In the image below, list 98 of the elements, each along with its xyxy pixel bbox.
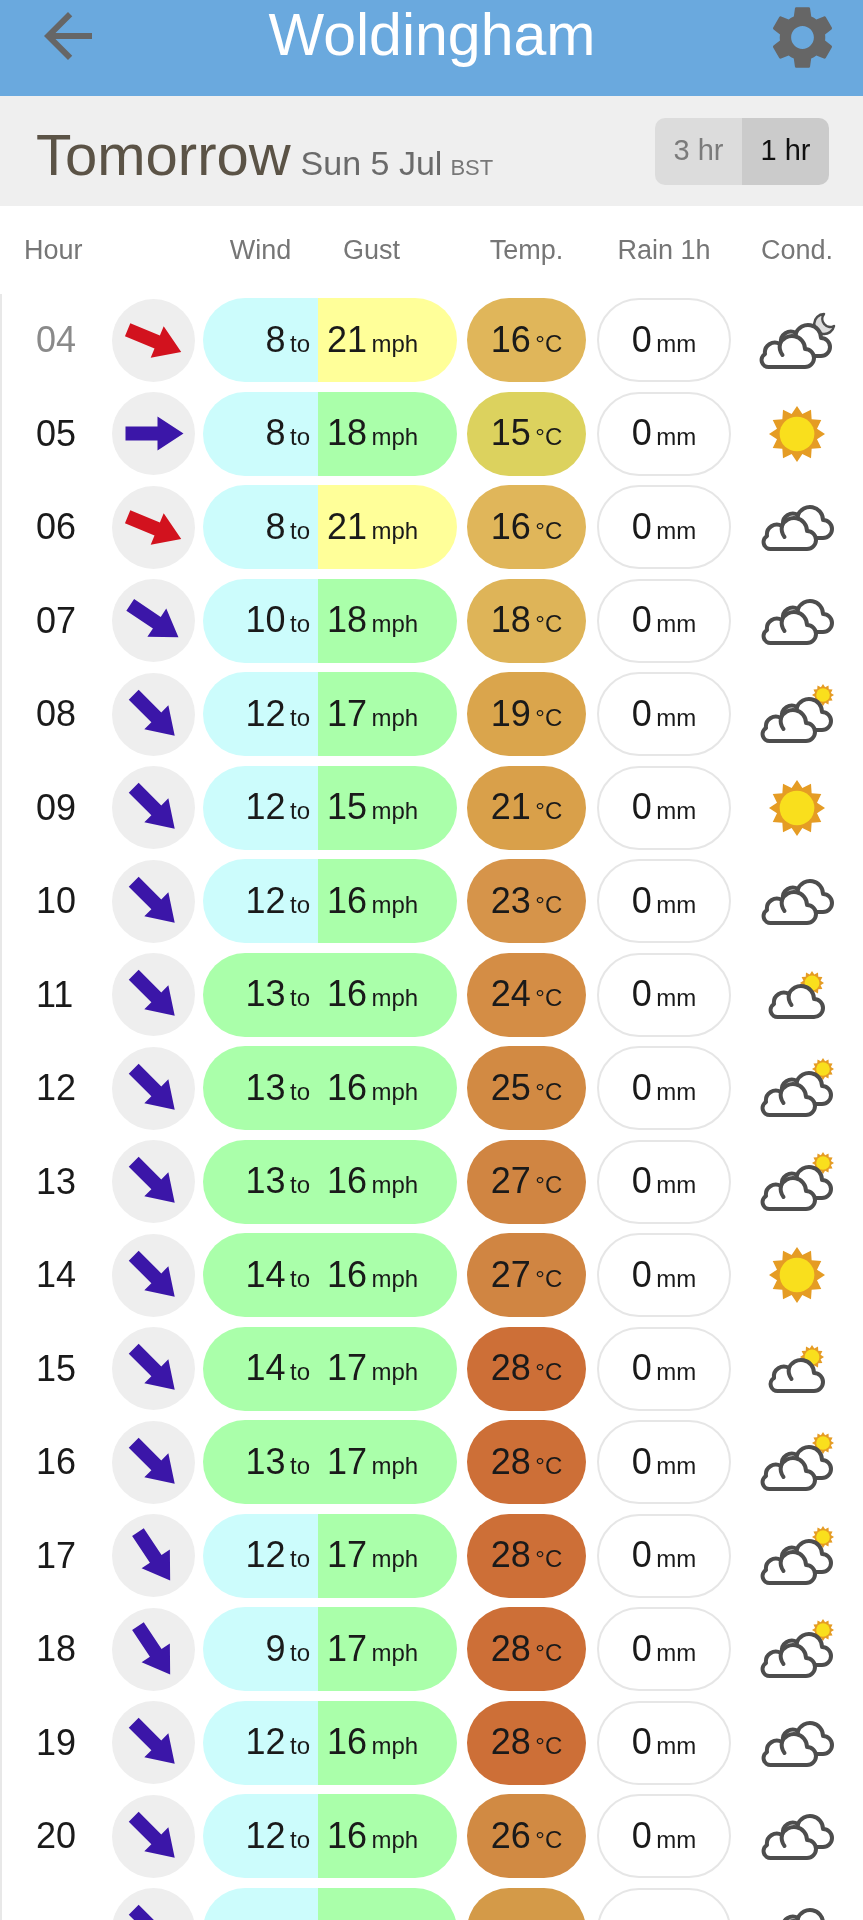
gust-speed: 21 mph	[318, 485, 457, 569]
date-label: Sun 5 Jul	[300, 146, 443, 180]
hour-label: 11	[36, 973, 74, 1015]
column-header: Hour	[24, 234, 83, 265]
gust-speed: 17 mph	[318, 1607, 457, 1691]
hour-label: 16	[36, 1441, 77, 1482]
hour-label: 06	[36, 506, 77, 547]
column-header: Cond.	[760, 234, 834, 265]
wind-speed: 12 to	[203, 1794, 318, 1878]
hour-label: 19	[36, 1721, 77, 1763]
gust-speed: 17 mph	[318, 1420, 457, 1504]
hour-label: 13	[36, 1160, 77, 1202]
rain-amount: 0 mm	[597, 1046, 731, 1130]
gust-speed: 21 mph	[318, 298, 457, 382]
hour-label: 15	[36, 1347, 77, 1389]
gust-speed: 17 mph	[318, 1513, 457, 1598]
rain-amount: 0 mm	[597, 859, 731, 943]
rain-amount: 0 mm	[597, 1233, 731, 1317]
wind-speed: 14 to	[203, 1233, 318, 1317]
timezone-label: BST	[450, 157, 494, 179]
hour-label: 10	[36, 880, 77, 921]
temperature: 19°C	[467, 672, 586, 756]
column-header: Rain 1h	[617, 234, 711, 265]
day-title: Tomorrow	[36, 126, 291, 184]
wind-speed: 12 to	[203, 1513, 318, 1598]
temperature: 28°C	[467, 1513, 586, 1598]
temperature: 28°C	[467, 1420, 586, 1504]
gust-speed: 16 mph	[318, 952, 457, 1037]
temperature: 28°C	[467, 1326, 586, 1411]
wind-speed: 13 to	[203, 1420, 318, 1504]
temperature: 26°C	[467, 1794, 586, 1878]
gust-speed: 17 mph	[318, 672, 457, 756]
gust-speed: 16 mph	[318, 1139, 457, 1224]
temperature: 27°C	[467, 1233, 586, 1317]
column-header: Temp.	[489, 234, 564, 265]
wind-speed: 13 to	[203, 1046, 318, 1130]
settings-icon[interactable]	[772, 7, 833, 68]
wind-speed: 10 to	[203, 578, 318, 663]
temperature: 15°C	[467, 391, 586, 476]
rain-amount: 0 mm	[597, 485, 731, 569]
gust-speed: 17 mph	[318, 1326, 457, 1411]
hour-label: 12	[36, 1067, 77, 1108]
rain-amount: 0 mm	[597, 1513, 731, 1598]
hour-label: 09	[36, 786, 77, 828]
rain-amount: 0 mm	[597, 1420, 731, 1504]
gust-speed: 16 mph	[318, 1700, 457, 1785]
wind-speed: 9 to	[203, 1607, 318, 1691]
rain-amount: 0 mm	[597, 765, 731, 850]
wind-speed: 12 to	[203, 765, 318, 850]
gust-speed: 16 mph	[318, 1794, 457, 1878]
wind-speed: 13 to	[203, 952, 318, 1037]
temperature: 27°C	[467, 1139, 586, 1224]
interval-button[interactable]: 1 hr	[742, 117, 829, 185]
temperature: 28°C	[467, 1700, 586, 1785]
column-header: Wind	[229, 234, 292, 265]
hour-label: 18	[36, 1628, 77, 1669]
hour-label: 20	[36, 1815, 77, 1856]
wind-speed: 12 to	[203, 859, 318, 943]
temperature: 21°C	[467, 765, 586, 850]
rain-amount: 0 mm	[597, 952, 731, 1037]
temperature: 23°C	[467, 859, 586, 943]
wind-speed: 8 to	[203, 391, 318, 476]
gust-speed: 16 mph	[318, 1233, 457, 1317]
temperature: 16°C	[467, 298, 586, 382]
gust-speed: 18 mph	[318, 578, 457, 663]
temperature: 16°C	[467, 485, 586, 569]
gust-speed: 18 mph	[318, 391, 457, 476]
hour-label: 08	[36, 693, 77, 734]
rain-amount: 0 mm	[597, 1700, 731, 1785]
rain-amount: 0 mm	[597, 1794, 731, 1878]
rain-amount: 0 mm	[597, 1326, 731, 1411]
location-title: Woldingham	[268, 5, 596, 65]
hour-label: 07	[36, 599, 77, 641]
temperature: 18°C	[467, 578, 586, 663]
rain-amount: 0 mm	[597, 298, 731, 382]
wind-speed: 12 to	[203, 672, 318, 756]
rain-amount: 0 mm	[597, 578, 731, 663]
column-header: Gust	[343, 234, 400, 265]
rain-amount: 0 mm	[597, 1607, 731, 1691]
wind-speed: 12 to	[203, 1700, 318, 1785]
gust-speed: 16 mph	[318, 859, 457, 943]
rain-amount: 0 mm	[597, 1139, 731, 1224]
wind-speed: 8 to	[203, 298, 318, 382]
temperature: 28°C	[467, 1607, 586, 1691]
back-arrow-icon[interactable]	[44, 12, 92, 60]
wind-speed: 8 to	[203, 485, 318, 569]
hour-label: 05	[36, 412, 77, 454]
temperature: 24°C	[467, 952, 586, 1037]
wind-speed: 14 to	[203, 1326, 318, 1411]
rain-amount: 0 mm	[597, 391, 731, 476]
hour-label: 17	[36, 1534, 77, 1576]
temperature: 25°C	[467, 1046, 586, 1130]
rain-amount: 0 mm	[597, 672, 731, 756]
wind-speed: 13 to	[203, 1139, 318, 1224]
gust-speed: 16 mph	[318, 1046, 457, 1130]
hour-label: 04	[36, 319, 77, 360]
gust-speed: 15 mph	[318, 765, 457, 850]
hour-label: 14	[36, 1254, 77, 1295]
